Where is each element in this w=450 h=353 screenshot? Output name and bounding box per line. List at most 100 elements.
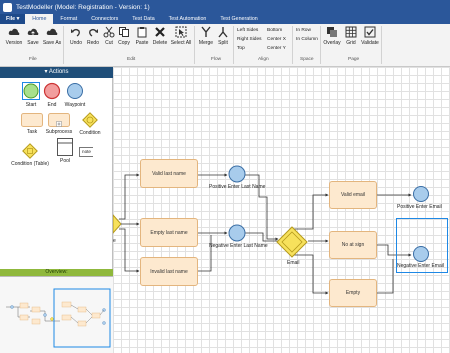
space-in-column[interactable]: In Column [296, 37, 318, 42]
delete-label: Delete [152, 40, 168, 46]
paste-button[interactable]: Paste [132, 26, 152, 46]
selection-box[interactable] [396, 218, 448, 273]
overlay-button[interactable]: Overlay [322, 26, 342, 46]
overview-minimap[interactable] [0, 276, 113, 353]
grid-button[interactable]: Grid [341, 26, 361, 46]
cut-label: Cut [105, 40, 113, 46]
grid-label: Grid [346, 40, 356, 46]
version-label: Version [5, 40, 23, 46]
app-logo-icon [3, 2, 12, 12]
align-center-x[interactable]: Center X [267, 37, 286, 42]
title-bar: TestModeller (Model: Registration - Vers… [0, 0, 450, 14]
overview-header-label: Overview [45, 269, 67, 275]
save-as-button[interactable]: Save As [42, 26, 62, 46]
ribbon: Version Save Save As File Undo Redo Cut … [0, 24, 450, 67]
overview-header[interactable]: Overview: [0, 269, 113, 276]
actions-panel: ▾ Actions Start End Waypoint Task Subpro… [0, 67, 113, 353]
undo-label: Undo [70, 40, 82, 46]
waypoint-positive-last-name [228, 165, 246, 183]
note-icon: note [79, 147, 93, 157]
group-separator [320, 26, 321, 64]
actions-panel-header[interactable]: ▾ Actions [0, 67, 113, 78]
shape-pool[interactable]: Pool [55, 138, 75, 164]
shape-condition-table-label: Condition (Table) [11, 161, 49, 167]
align-right-sides[interactable]: Right Sides [237, 37, 262, 42]
actions-header-label: Actions [48, 69, 69, 75]
group-separator [381, 26, 382, 64]
group-separator [233, 26, 234, 64]
waypoint-negative-last-name [228, 224, 246, 242]
start-event-icon [22, 82, 40, 100]
shape-start[interactable]: Start [21, 82, 41, 108]
ribbon-tabs: File ▾ Home Format Connectors Test Data … [0, 14, 450, 24]
validate-button[interactable]: Validate [360, 26, 380, 46]
align-top[interactable]: Top [237, 46, 245, 51]
validate-label: Validate [361, 40, 379, 46]
subprocess-icon [48, 113, 70, 127]
delete-button[interactable]: Delete [150, 26, 170, 46]
tab-home[interactable]: Home [25, 14, 54, 24]
model-canvas[interactable]: Valid last name Empty last name Invalid … [113, 67, 450, 353]
shape-condition[interactable]: Condition [76, 112, 104, 136]
shape-subprocess-label: Subprocess [45, 129, 73, 135]
select-all-button[interactable]: Select All [171, 26, 191, 46]
select-all-label: Select All [170, 40, 192, 46]
copy-button[interactable]: Copy [114, 26, 134, 46]
cloud-upload-icon [27, 26, 39, 38]
split-button[interactable]: Split [213, 26, 233, 46]
group-label-file: File [29, 57, 37, 62]
shape-end[interactable]: End [42, 82, 62, 108]
shape-condition-table[interactable]: Condition (Table) [9, 143, 51, 167]
window-title: TestModeller (Model: Registration - Vers… [16, 3, 150, 11]
task-no-at-sign[interactable]: No at sign [329, 231, 377, 259]
align-center-y[interactable]: Center Y [267, 46, 286, 51]
condition-diamond-icon [82, 112, 98, 128]
align-left-sides[interactable]: Left Sides [237, 28, 258, 33]
copy-icon [118, 26, 130, 38]
group-separator [292, 26, 293, 64]
task-empty[interactable]: Empty [329, 279, 377, 307]
save-as-label: Save As [42, 40, 62, 46]
tab-format[interactable]: Format [53, 14, 84, 24]
tab-test-data[interactable]: Test Data [125, 14, 161, 24]
save-label: Save [27, 40, 39, 46]
group-label-edit: Edit [127, 57, 136, 62]
tab-file[interactable]: File ▾ [0, 14, 26, 24]
space-in-row[interactable]: In Row [296, 28, 311, 33]
shape-task[interactable]: Task [20, 113, 44, 135]
validate-check-icon [364, 26, 376, 38]
task-invalid-last-name[interactable]: Invalid last name [140, 257, 198, 286]
label-positive-enter-last-name: Positive Enter Last Name [209, 184, 266, 190]
redo-icon [87, 26, 99, 38]
align-bottom[interactable]: Bottom [267, 28, 282, 33]
tab-test-generation[interactable]: Test Generation [213, 14, 264, 24]
tab-test-automation[interactable]: Test Automation [162, 14, 214, 24]
shape-task-label: Task [26, 129, 38, 135]
merge-icon [200, 26, 212, 38]
shape-condition-label: Condition [79, 130, 101, 136]
save-button[interactable]: Save [23, 26, 43, 46]
undo-icon [70, 26, 82, 38]
shape-start-label: Start [25, 102, 37, 108]
group-label-flow: Flow [211, 57, 222, 62]
split-icon [217, 26, 229, 38]
label-email: Email [287, 260, 300, 266]
label-negative-enter-last-name: Negative Enter Last Name [209, 243, 268, 249]
shape-subprocess[interactable]: Subprocess [45, 113, 73, 135]
task-valid-email[interactable]: Valid email [329, 181, 377, 209]
shape-note[interactable]: note [78, 147, 94, 157]
shape-waypoint[interactable]: Waypoint [63, 82, 87, 108]
tab-connectors[interactable]: Connectors [84, 14, 125, 24]
group-label-space: Space [300, 57, 314, 62]
condition-table-icon [22, 143, 38, 159]
waypoint-icon [67, 83, 83, 99]
redo-label: Redo [87, 40, 99, 46]
task-empty-last-name[interactable]: Empty last name [140, 218, 198, 247]
cloud-icon [8, 26, 20, 38]
cloud-save-as-icon [46, 26, 58, 38]
task-valid-last-name[interactable]: Valid last name [140, 159, 198, 188]
merge-label: Merge [198, 40, 214, 46]
version-button[interactable]: Version [4, 26, 24, 46]
end-event-icon [43, 82, 61, 100]
select-all-icon [175, 26, 187, 38]
